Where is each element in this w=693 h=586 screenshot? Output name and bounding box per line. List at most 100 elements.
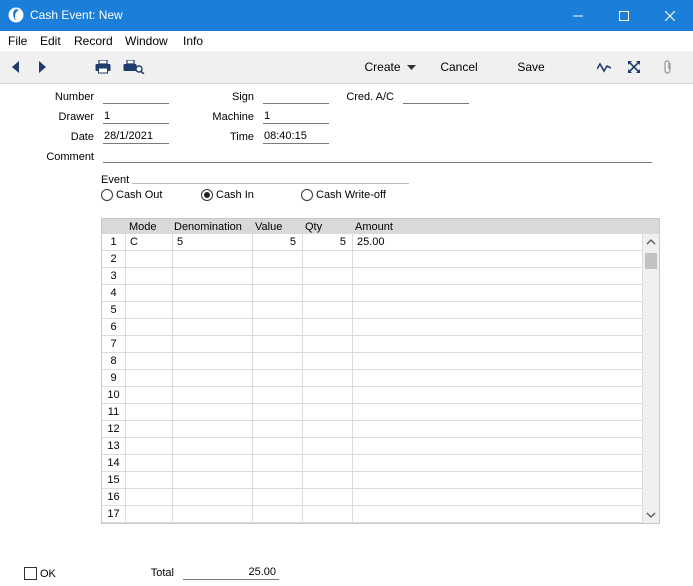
- menu-window[interactable]: Window: [125, 34, 168, 48]
- cell-value[interactable]: [253, 268, 303, 285]
- table-row[interactable]: 16: [102, 489, 643, 506]
- maximize-button[interactable]: [601, 0, 647, 31]
- table-row[interactable]: 9: [102, 370, 643, 387]
- cell-value[interactable]: [253, 302, 303, 319]
- table-row[interactable]: 4: [102, 285, 643, 302]
- cell-amount[interactable]: [353, 251, 643, 268]
- cell-mode[interactable]: [126, 506, 173, 523]
- cell-amount[interactable]: [353, 387, 643, 404]
- cell-value[interactable]: [253, 404, 303, 421]
- cell-qty[interactable]: [303, 472, 353, 489]
- cell-mode[interactable]: [126, 404, 173, 421]
- cancel-button[interactable]: Cancel: [435, 51, 483, 83]
- cell-denomination[interactable]: [173, 506, 253, 523]
- activity-button[interactable]: [594, 51, 614, 83]
- cell-denomination[interactable]: [173, 472, 253, 489]
- cell-qty[interactable]: [303, 404, 353, 421]
- cell-qty[interactable]: [303, 370, 353, 387]
- cell-mode[interactable]: [126, 387, 173, 404]
- cell-amount[interactable]: [353, 336, 643, 353]
- close-button[interactable]: [647, 0, 693, 31]
- previous-record-button[interactable]: [6, 51, 26, 83]
- menu-info[interactable]: Info: [183, 34, 203, 48]
- cell-mode[interactable]: [126, 455, 173, 472]
- cell-denomination[interactable]: [173, 455, 253, 472]
- cell-amount[interactable]: [353, 489, 643, 506]
- cell-denomination[interactable]: [173, 489, 253, 506]
- cell-qty[interactable]: [303, 489, 353, 506]
- create-button[interactable]: Create: [362, 51, 418, 83]
- cell-value[interactable]: [253, 387, 303, 404]
- cell-denomination[interactable]: [173, 404, 253, 421]
- table-row[interactable]: 7: [102, 336, 643, 353]
- table-row[interactable]: 1 C 5 5 5 25.00: [102, 234, 643, 251]
- cell-amount[interactable]: [353, 302, 643, 319]
- cell-mode[interactable]: [126, 472, 173, 489]
- save-button[interactable]: Save: [510, 51, 552, 83]
- time-field[interactable]: 08:40:15: [263, 130, 329, 144]
- cell-value[interactable]: [253, 319, 303, 336]
- cell-denomination[interactable]: [173, 336, 253, 353]
- cell-amount[interactable]: 25.00: [353, 234, 643, 251]
- cell-mode[interactable]: [126, 370, 173, 387]
- cell-value[interactable]: [253, 353, 303, 370]
- cell-qty[interactable]: [303, 336, 353, 353]
- scrollbar-thumb[interactable]: [645, 253, 657, 269]
- cell-amount[interactable]: [353, 370, 643, 387]
- cell-amount[interactable]: [353, 472, 643, 489]
- cell-qty[interactable]: [303, 302, 353, 319]
- cell-denomination[interactable]: [173, 251, 253, 268]
- radio-cash-out[interactable]: Cash Out: [101, 189, 162, 201]
- cell-mode[interactable]: [126, 421, 173, 438]
- cell-value[interactable]: [253, 251, 303, 268]
- attachment-button[interactable]: [658, 51, 678, 83]
- cell-mode[interactable]: [126, 438, 173, 455]
- cell-denomination[interactable]: [173, 302, 253, 319]
- number-field[interactable]: [103, 90, 169, 104]
- cell-mode[interactable]: [126, 268, 173, 285]
- comment-field[interactable]: [103, 149, 652, 163]
- print-preview-button[interactable]: [122, 51, 146, 83]
- grid-scrollbar[interactable]: [643, 234, 659, 523]
- cell-denomination[interactable]: [173, 438, 253, 455]
- cell-amount[interactable]: [353, 319, 643, 336]
- cell-qty[interactable]: [303, 319, 353, 336]
- drawer-field[interactable]: 1: [103, 110, 169, 124]
- cell-value[interactable]: [253, 506, 303, 523]
- menu-edit[interactable]: Edit: [40, 34, 61, 48]
- cell-qty[interactable]: [303, 353, 353, 370]
- cell-amount[interactable]: [353, 455, 643, 472]
- cell-value[interactable]: [253, 489, 303, 506]
- table-row[interactable]: 8: [102, 353, 643, 370]
- cell-qty[interactable]: [303, 455, 353, 472]
- table-row[interactable]: 17: [102, 506, 643, 523]
- next-record-button[interactable]: [32, 51, 52, 83]
- cell-mode[interactable]: [126, 489, 173, 506]
- cell-denomination[interactable]: [173, 353, 253, 370]
- cell-value[interactable]: [253, 438, 303, 455]
- menu-file[interactable]: File: [8, 34, 27, 48]
- cell-denomination[interactable]: [173, 421, 253, 438]
- cell-qty[interactable]: [303, 387, 353, 404]
- cell-value[interactable]: [253, 285, 303, 302]
- table-row[interactable]: 3: [102, 268, 643, 285]
- cell-qty[interactable]: [303, 251, 353, 268]
- cell-amount[interactable]: [353, 268, 643, 285]
- radio-cash-write-off[interactable]: Cash Write-off: [301, 189, 386, 201]
- machine-field[interactable]: 1: [263, 110, 329, 124]
- cell-mode[interactable]: [126, 336, 173, 353]
- menu-record[interactable]: Record: [74, 34, 113, 48]
- cell-value[interactable]: [253, 472, 303, 489]
- cell-mode[interactable]: [126, 353, 173, 370]
- cell-value[interactable]: 5: [253, 234, 303, 251]
- cell-denomination[interactable]: [173, 285, 253, 302]
- cell-amount[interactable]: [353, 353, 643, 370]
- cell-mode[interactable]: [126, 302, 173, 319]
- cell-qty[interactable]: [303, 506, 353, 523]
- table-row[interactable]: 13: [102, 438, 643, 455]
- cred-ac-field[interactable]: [403, 90, 469, 104]
- radio-cash-in[interactable]: Cash In: [201, 189, 254, 201]
- print-button[interactable]: [92, 51, 114, 83]
- table-row[interactable]: 5: [102, 302, 643, 319]
- cell-denomination[interactable]: [173, 319, 253, 336]
